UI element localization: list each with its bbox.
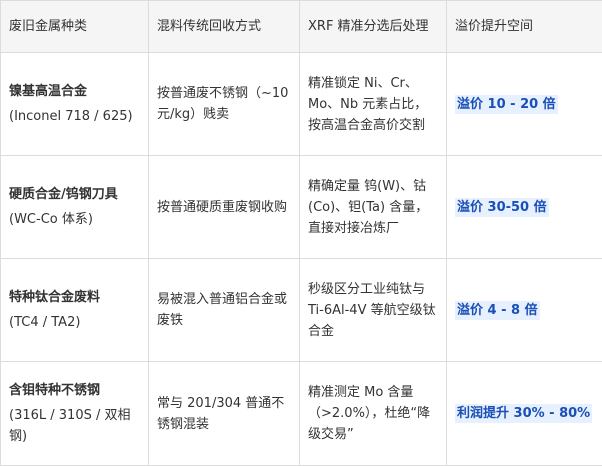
table-row: 含钼特种不锈钢 (316L / 310S / 双相钢) 常与 201/304 普… [1,362,602,466]
header-xrf-processing: XRF 精准分选后处理 [300,1,447,53]
premium-cell: 溢价 30-50 倍 [447,156,602,259]
premium-cell: 溢价 10 - 20 倍 [447,53,602,156]
header-metal-type: 废旧金属种类 [1,1,149,53]
metal-type-cell: 含钼特种不锈钢 (316L / 310S / 双相钢) [1,362,149,466]
traditional-method-cell: 按普通硬质重废钢收购 [149,156,300,259]
metal-type-cell: 镍基高温合金 (Inconel 718 / 625) [1,53,149,156]
table-row: 硬质合金/钨钢刀具 (WC-Co 体系) 按普通硬质重废钢收购 精确定量 钨(W… [1,156,602,259]
table-header-row: 废旧金属种类 混料传统回收方式 XRF 精准分选后处理 溢价提升空间 [1,1,602,53]
xrf-processing-cell: 精准锁定 Ni、Cr、Mo、Nb 元素占比，按高温合金高价交割 [300,53,447,156]
header-premium: 溢价提升空间 [447,1,602,53]
premium-cell: 溢价 4 - 8 倍 [447,259,602,362]
recycling-comparison-table: 废旧金属种类 混料传统回收方式 XRF 精准分选后处理 溢价提升空间 镍基高温合… [0,0,602,466]
metal-grade: (316L / 310S / 双相钢) [9,405,140,447]
metal-grade: (Inconel 718 / 625) [9,106,140,127]
traditional-method-cell: 易被混入普通铝合金或废铁 [149,259,300,362]
metal-name: 镍基高温合金 [9,81,140,102]
premium-badge: 溢价 10 - 20 倍 [455,95,558,114]
xrf-processing-cell: 秒级区分工业纯钛与 Ti-6Al-4V 等航空级钛合金 [300,259,447,362]
header-traditional-method: 混料传统回收方式 [149,1,300,53]
traditional-method-cell: 常与 201/304 普通不锈钢混装 [149,362,300,466]
premium-badge: 溢价 30-50 倍 [455,198,549,217]
table-row: 镍基高温合金 (Inconel 718 / 625) 按普通废不锈钢（~10元/… [1,53,602,156]
metal-grade: (WC-Co 体系) [9,209,140,230]
xrf-processing-cell: 精确定量 钨(W)、钴(Co)、钽(Ta) 含量，直接对接冶炼厂 [300,156,447,259]
traditional-method-cell: 按普通废不锈钢（~10元/kg）贱卖 [149,53,300,156]
metal-name: 硬质合金/钨钢刀具 [9,184,140,205]
metal-name: 含钼特种不锈钢 [9,380,140,401]
metal-grade: (TC4 / TA2) [9,312,140,333]
premium-badge: 溢价 4 - 8 倍 [455,301,540,320]
premium-cell: 利润提升 30% - 80% [447,362,602,466]
premium-badge: 利润提升 30% - 80% [455,404,592,423]
metal-type-cell: 特种钛合金废料 (TC4 / TA2) [1,259,149,362]
metal-name: 特种钛合金废料 [9,287,140,308]
table-row: 特种钛合金废料 (TC4 / TA2) 易被混入普通铝合金或废铁 秒级区分工业纯… [1,259,602,362]
xrf-processing-cell: 精准测定 Mo 含量（>2.0%），杜绝“降级交易” [300,362,447,466]
metal-type-cell: 硬质合金/钨钢刀具 (WC-Co 体系) [1,156,149,259]
